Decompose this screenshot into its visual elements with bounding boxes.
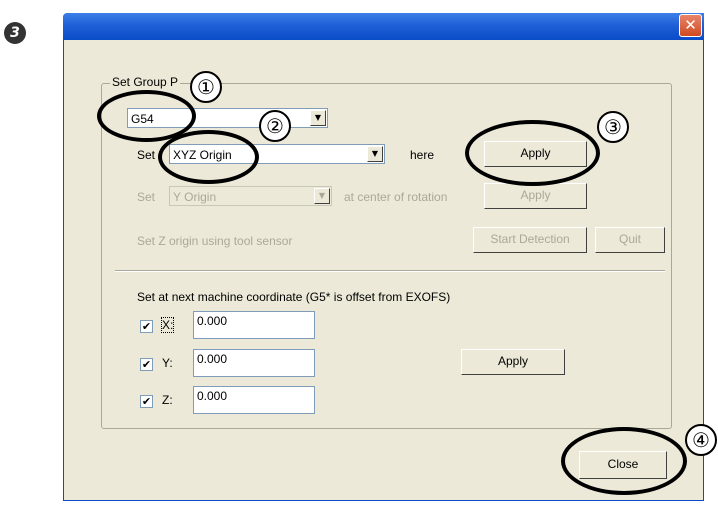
apply-machine-coordinate-button[interactable]: Apply (461, 349, 565, 375)
origin-set-label: Set (137, 148, 156, 162)
x-value-field[interactable]: 0.000 (193, 311, 315, 339)
annotation-ring-3 (465, 120, 600, 186)
callout-1: ① (190, 71, 222, 103)
z-value-field[interactable]: 0.000 (193, 386, 315, 414)
rotation-set-label: Set (137, 190, 156, 204)
section-divider (115, 270, 665, 272)
callout-3: ③ (597, 111, 629, 143)
group-label: Set Group P (110, 75, 181, 89)
rotation-center-label: at center of rotation (344, 190, 448, 204)
start-detection-button[interactable]: Start Detection (473, 227, 587, 253)
annotation-ring-2 (158, 130, 259, 184)
chevron-down-icon[interactable]: ▼ (367, 146, 383, 162)
x-axis-label: X: (160, 317, 175, 333)
x-checkbox[interactable]: ✔ (140, 320, 153, 333)
callout-4: ④ (685, 424, 717, 456)
dialog-titlebar (63, 13, 704, 40)
y-axis-label: Y: (162, 356, 173, 370)
z-checkbox[interactable]: ✔ (140, 395, 153, 408)
y-checkbox[interactable]: ✔ (140, 358, 153, 371)
y-value-field[interactable]: 0.000 (193, 349, 315, 377)
rotation-axis-select[interactable]: Y Origin ▼ (169, 186, 332, 206)
quit-button[interactable]: Quit (595, 227, 665, 253)
callout-2: ② (259, 110, 291, 142)
apply-rotation-button[interactable]: Apply (484, 183, 587, 209)
z-axis-label: Z: (162, 393, 173, 407)
annotation-ring-4 (561, 427, 687, 495)
tool-sensor-label: Set Z origin using tool sensor (137, 234, 293, 248)
machine-coordinate-label: Set at next machine coordinate (G5* is o… (137, 290, 451, 304)
close-icon[interactable]: ✕ (679, 14, 702, 37)
rotation-axis-value: Y Origin (173, 190, 217, 204)
chevron-down-icon[interactable]: ▼ (310, 110, 326, 126)
step-3-marker: 3 (4, 22, 26, 44)
chevron-down-icon[interactable]: ▼ (314, 188, 330, 204)
origin-here-label: here (410, 148, 435, 162)
